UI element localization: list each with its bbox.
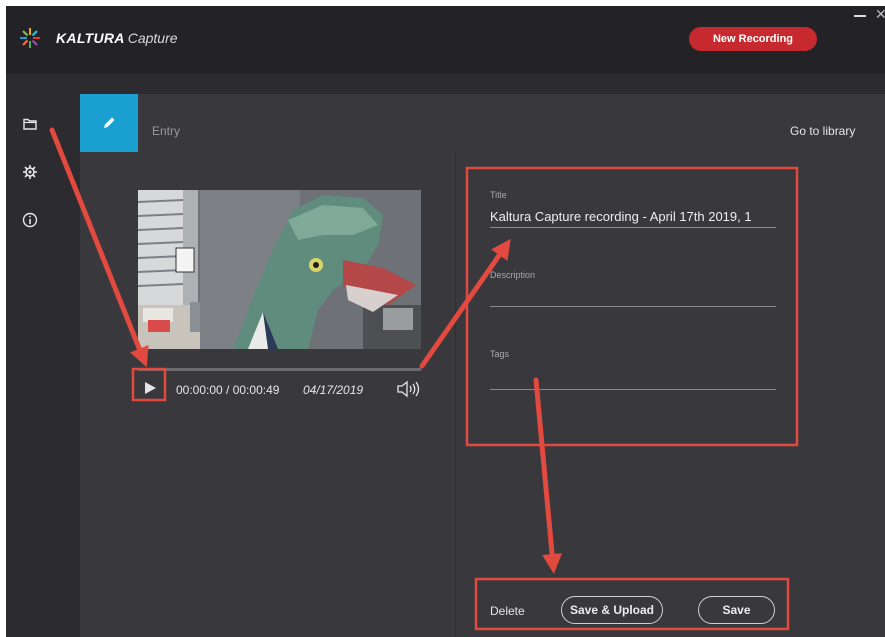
folder-icon	[23, 118, 37, 130]
brand-product: Capture	[127, 30, 178, 46]
volume-icon[interactable]	[396, 379, 422, 399]
app-title: KALTURA Capture	[56, 30, 178, 46]
tab-entry[interactable]	[80, 94, 138, 152]
info-icon	[22, 212, 38, 228]
go-to-library-link[interactable]: Go to library	[790, 124, 855, 138]
kaltura-capture-window: KALTURA Capture New Recording ✕ Entry Go…	[6, 6, 885, 637]
play-button[interactable]	[140, 378, 160, 398]
kaltura-logo-icon	[20, 28, 40, 48]
pencil-icon	[104, 117, 115, 128]
save-button[interactable]: Save	[698, 596, 775, 624]
video-thumbnail	[138, 190, 421, 349]
new-recording-button[interactable]: New Recording	[689, 27, 817, 51]
minimize-icon[interactable]	[854, 10, 868, 22]
column-divider	[455, 152, 456, 637]
play-icon	[145, 382, 156, 394]
title-input[interactable]	[490, 205, 776, 228]
title-bar: KALTURA Capture New Recording ✕	[6, 6, 885, 74]
description-label: Description	[490, 270, 536, 280]
sidebar-item-settings[interactable]	[20, 162, 40, 182]
recording-date: 04/17/2019	[303, 383, 364, 397]
save-upload-button[interactable]: Save & Upload	[561, 596, 663, 624]
entry-tab-label: Entry	[152, 124, 181, 138]
sidebar-item-about[interactable]	[20, 210, 40, 230]
delete-button[interactable]: Delete	[490, 604, 525, 618]
gear-icon	[23, 165, 37, 179]
tags-input[interactable]	[490, 367, 776, 390]
sidebar	[6, 74, 56, 637]
title-label: Title	[490, 190, 507, 200]
close-icon[interactable]: ✕	[875, 6, 885, 22]
time-display: 00:00:00 / 00:00:49	[176, 383, 280, 397]
tags-label: Tags	[490, 349, 510, 359]
description-input[interactable]	[490, 284, 776, 307]
brand-name: KALTURA	[56, 30, 125, 46]
entry-panel: Entry Go to library 00:00:00 / 00:00:49 …	[80, 94, 885, 637]
playback-progress-bar[interactable]	[138, 368, 421, 371]
sidebar-item-library[interactable]	[20, 114, 40, 134]
video-preview[interactable]	[138, 190, 421, 349]
